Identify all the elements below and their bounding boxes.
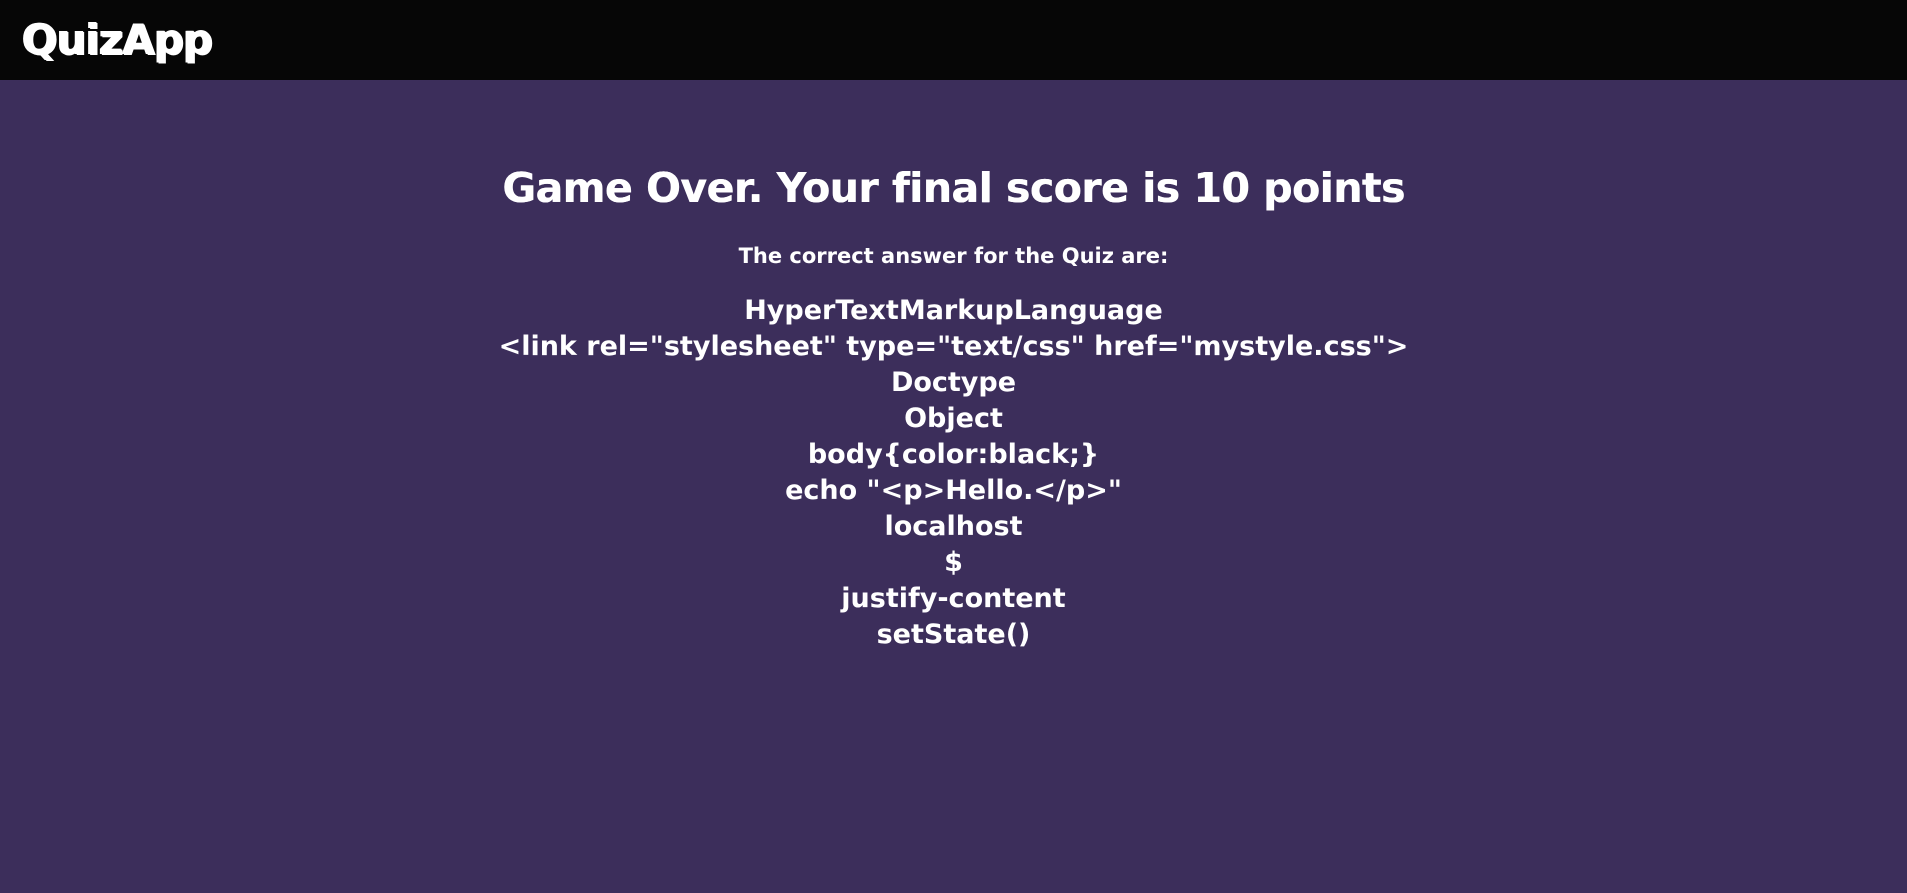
answer-item: localhost <box>884 511 1023 542</box>
answer-item: HyperTextMarkupLanguage <box>744 295 1163 326</box>
answer-item: Object <box>904 403 1003 434</box>
app-logo[interactable]: QuizApp <box>22 13 213 67</box>
final-score-heading: Game Over. Your final score is 10 points <box>502 164 1405 212</box>
answer-item: body{color:black;} <box>807 439 1100 470</box>
correct-answers-heading: The correct answer for the Quiz are: <box>738 244 1169 268</box>
answer-item: justify-content <box>841 583 1066 614</box>
answer-item: $ <box>944 547 963 578</box>
top-navbar: QuizApp <box>0 0 1907 80</box>
correct-answers-list: HyperTextMarkupLanguage <link rel="style… <box>0 293 1907 653</box>
answer-item: setState() <box>876 619 1031 650</box>
answer-item: Doctype <box>890 367 1017 398</box>
answer-item: echo "<p>Hello.</p>" <box>785 475 1122 506</box>
answer-item: <link rel="stylesheet" type="text/css" h… <box>498 331 1409 362</box>
results-panel: Game Over. Your final score is 10 points… <box>0 80 1907 893</box>
